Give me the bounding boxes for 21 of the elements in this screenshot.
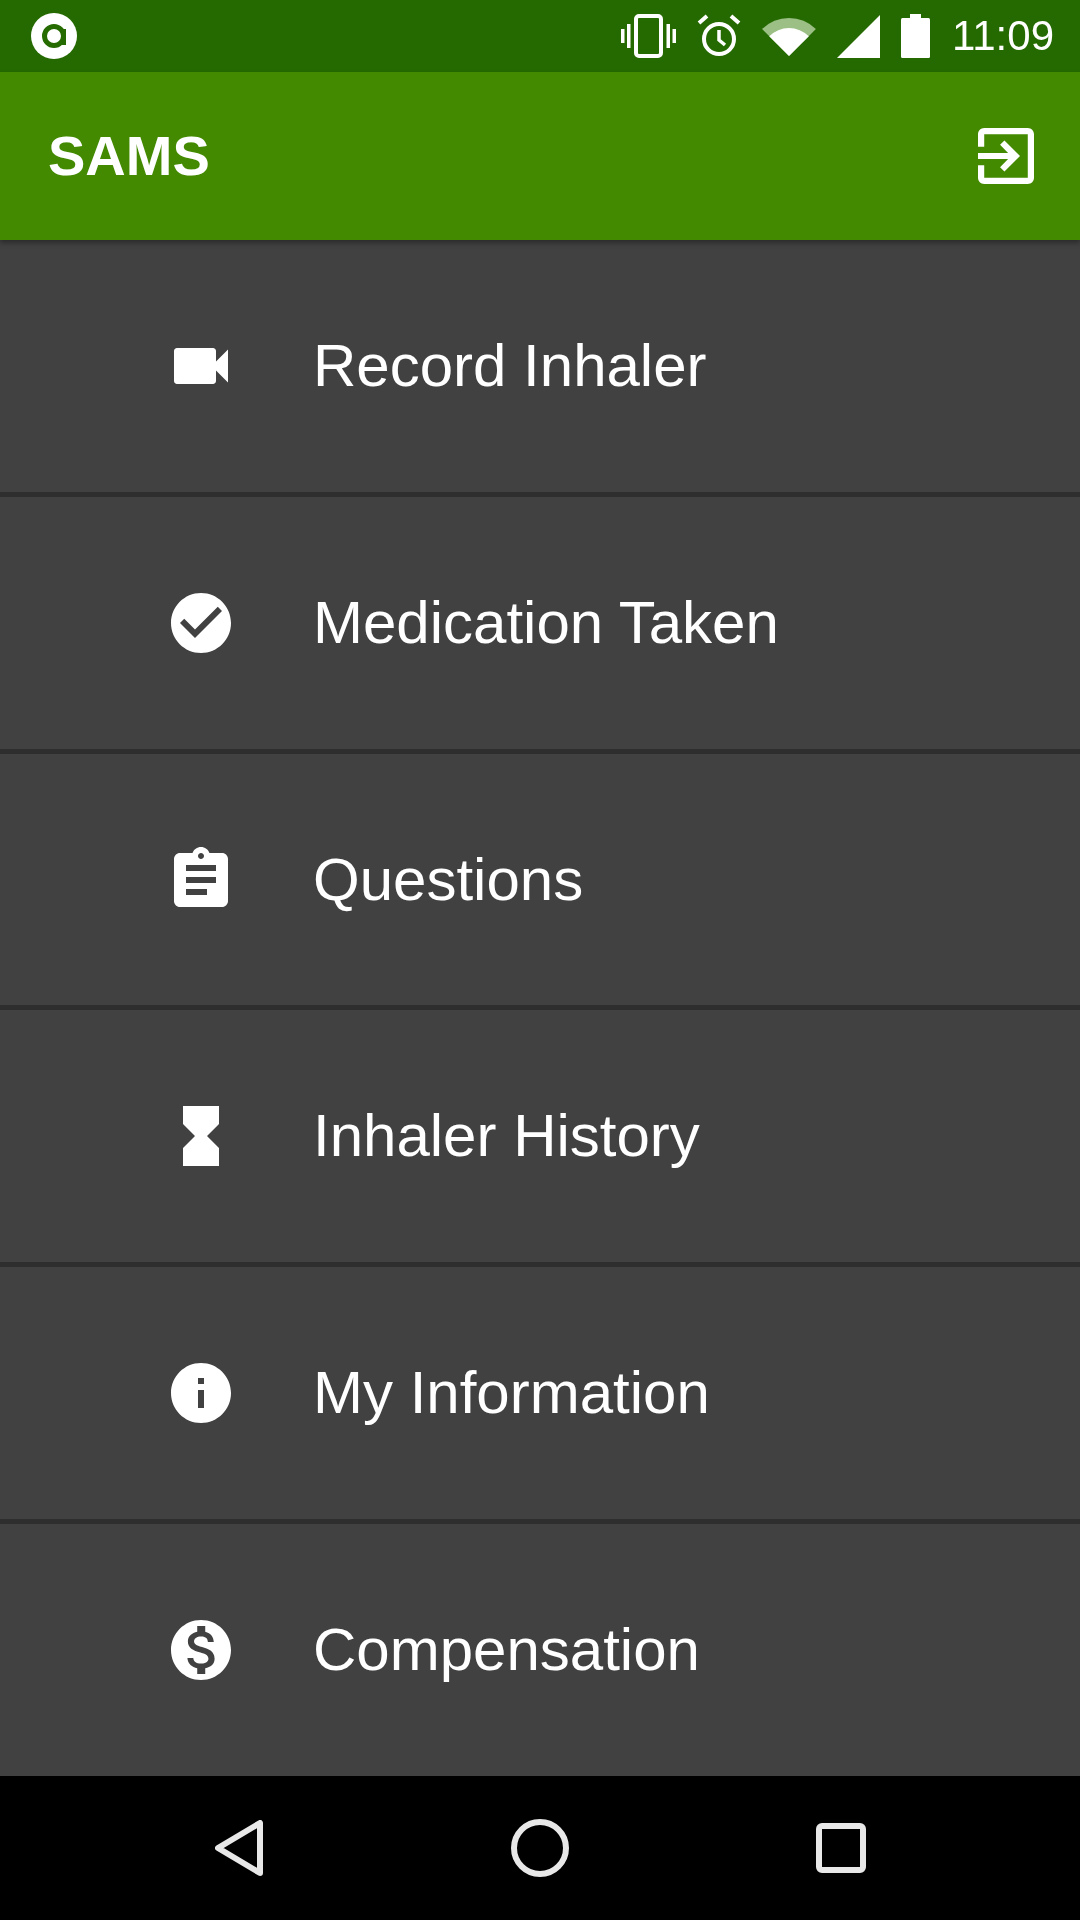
app-notification-icon (31, 13, 77, 59)
menu-item[interactable]: Record Inhaler (0, 240, 1080, 492)
battery-icon (901, 14, 930, 58)
info-icon (171, 1363, 231, 1424)
alarm-clock-icon (697, 14, 741, 58)
hourglass-icon (183, 1106, 219, 1167)
wifi-icon (762, 16, 816, 56)
home-icon[interactable] (510, 1819, 569, 1877)
app-title: SAMS (48, 128, 210, 184)
vibrate-icon (621, 14, 676, 58)
menu-item[interactable]: Inhaler History (0, 1010, 1080, 1263)
menu-item[interactable]: Compensation (0, 1524, 1080, 1776)
menu-item[interactable]: Questions (0, 753, 1080, 1006)
recents-icon[interactable] (816, 1823, 866, 1873)
video-camera-icon (174, 347, 228, 384)
menu-item[interactable]: Medication Taken (0, 496, 1080, 749)
signal-icon (837, 14, 880, 58)
exit-icon[interactable] (978, 128, 1034, 184)
back-icon[interactable] (215, 1820, 263, 1876)
menu-item[interactable]: My Information (0, 1267, 1080, 1520)
status-time: 11:09 (952, 15, 1054, 57)
